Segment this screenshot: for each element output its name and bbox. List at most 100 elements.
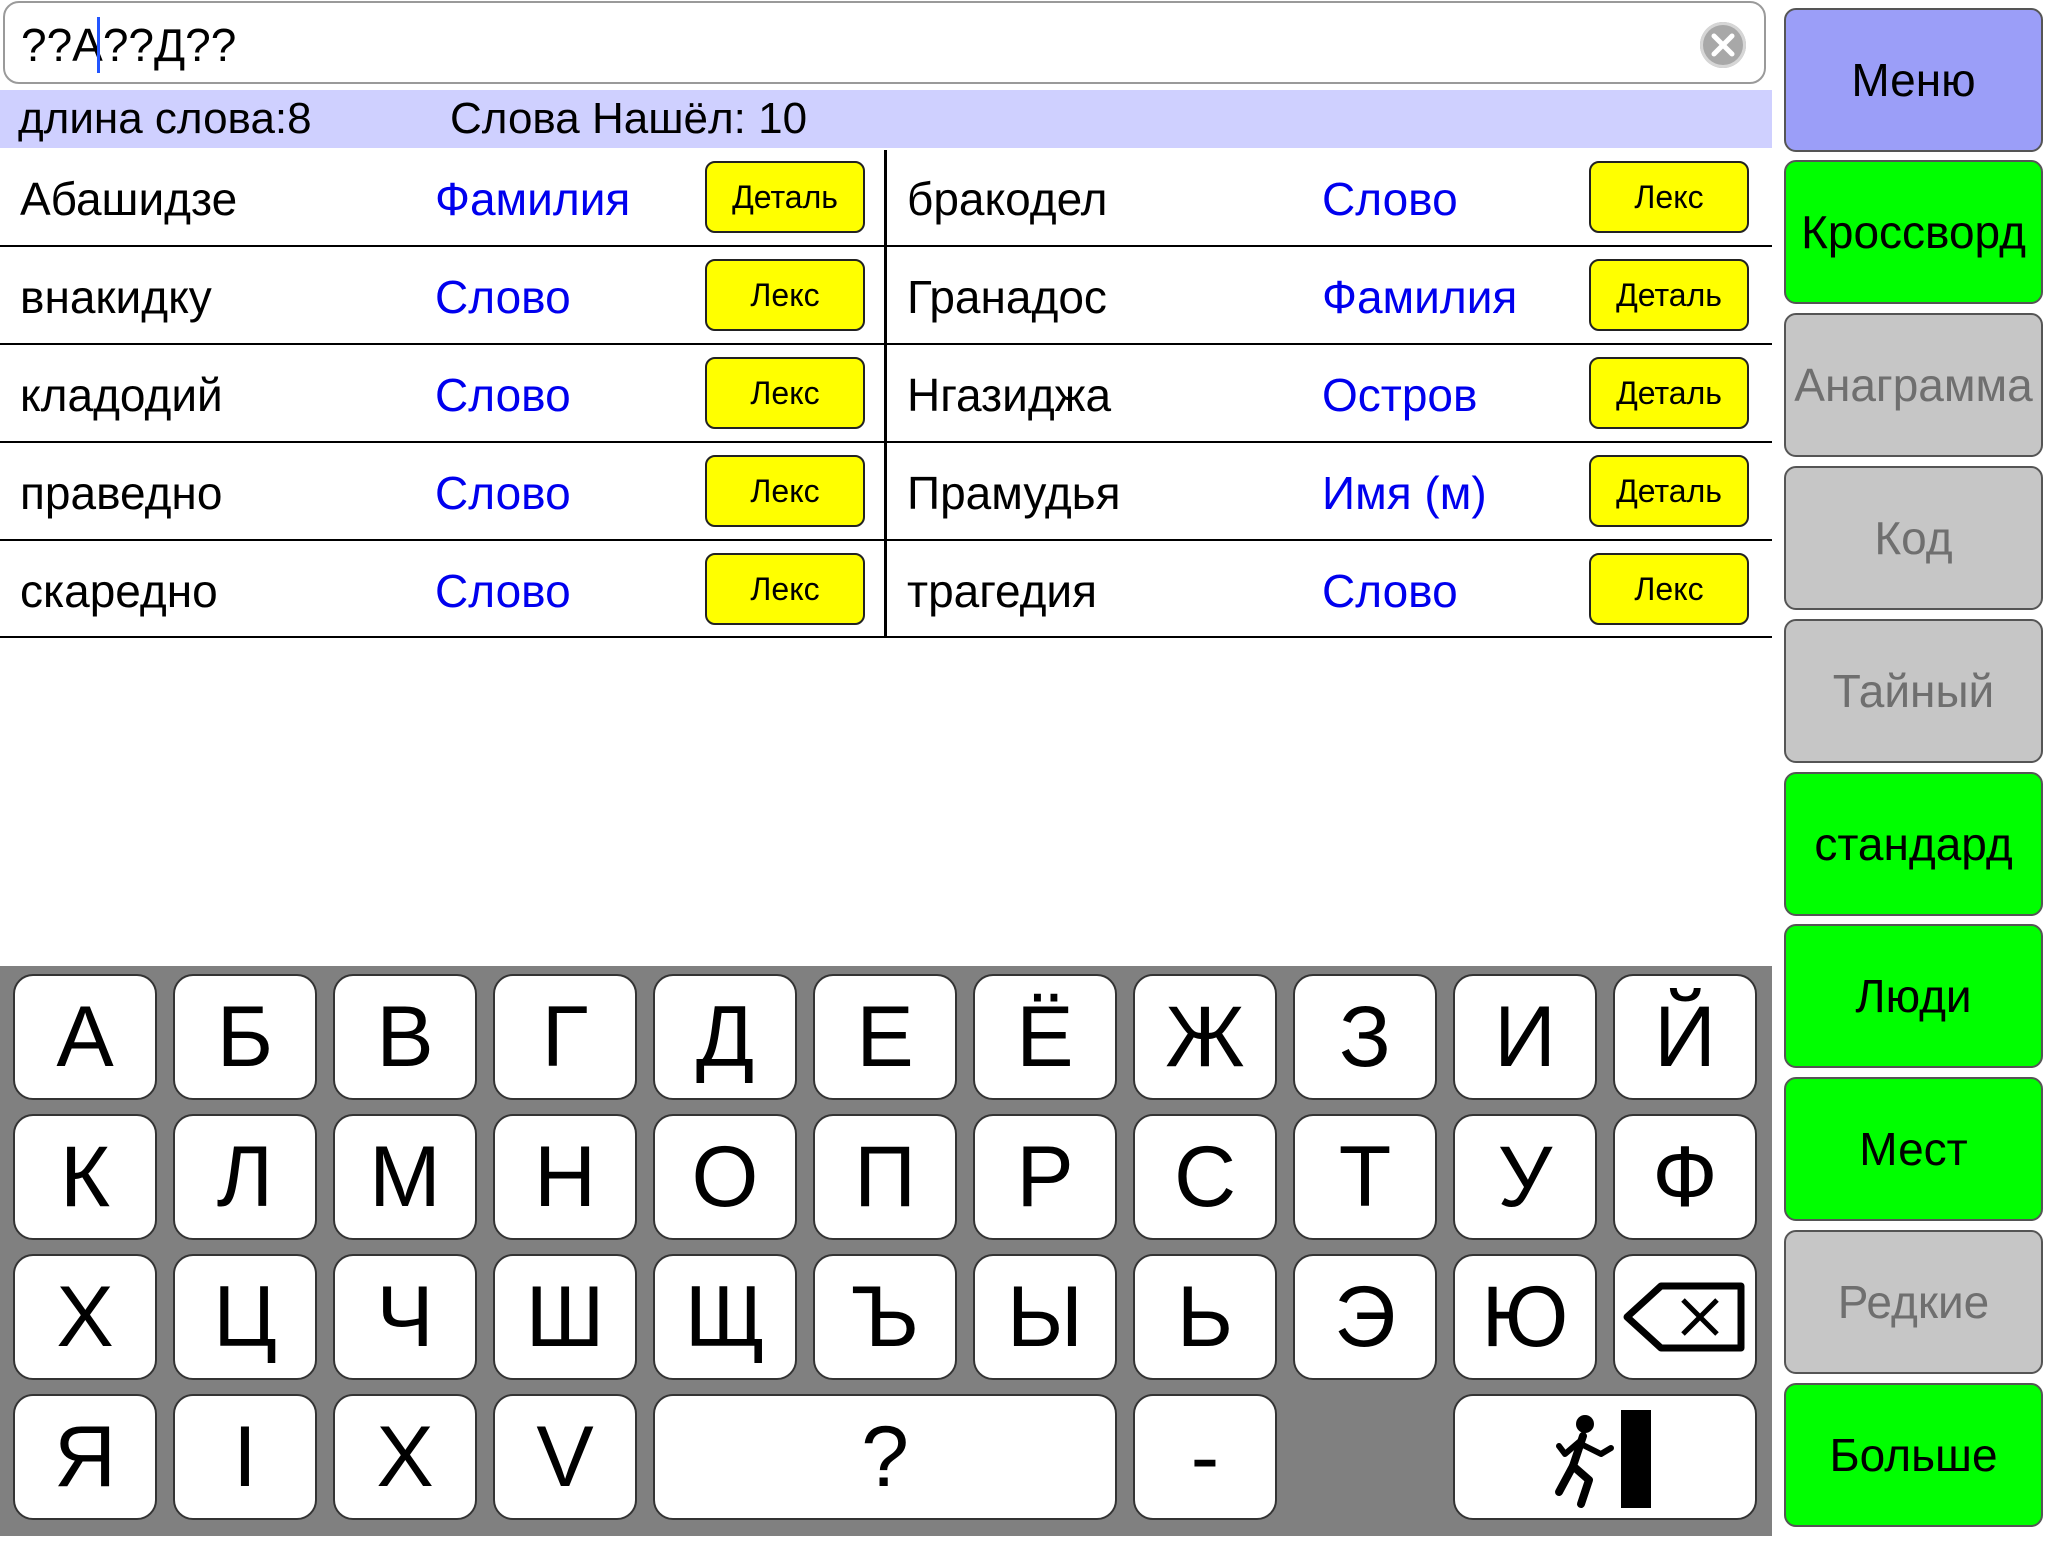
result-row: скаредно Слово Лекс: [0, 542, 884, 640]
key-letter[interactable]: Й: [1613, 974, 1757, 1100]
key-letter[interactable]: Д: [653, 974, 797, 1100]
key-letter[interactable]: Ц: [173, 1254, 317, 1380]
words-found-label: Слова Нашёл: 10: [450, 94, 808, 143]
row-divider: [0, 441, 1772, 443]
result-word[interactable]: трагедия: [907, 564, 1097, 618]
key-letter[interactable]: X: [333, 1394, 477, 1520]
result-word[interactable]: внакидку: [20, 270, 212, 324]
result-word[interactable]: Нгазиджа: [907, 368, 1111, 422]
key-letter[interactable]: Ь: [1133, 1254, 1277, 1380]
result-row: трагедия Слово Лекс: [887, 542, 1772, 640]
key-letter[interactable]: П: [813, 1114, 957, 1240]
key-letter[interactable]: И: [1453, 974, 1597, 1100]
result-type: Имя (м): [1322, 467, 1487, 519]
details-button[interactable]: Деталь: [1589, 357, 1749, 429]
lex-button[interactable]: Лекс: [1589, 161, 1749, 233]
key-letter[interactable]: К: [13, 1114, 157, 1240]
people-button[interactable]: Люди: [1784, 924, 2043, 1068]
key-letter[interactable]: Ы: [973, 1254, 1117, 1380]
key-letter[interactable]: Ч: [333, 1254, 477, 1380]
exit-button[interactable]: [1453, 1394, 1757, 1520]
more-button[interactable]: Больше: [1784, 1383, 2043, 1527]
result-word[interactable]: Прамудья: [907, 466, 1121, 520]
row-divider: [0, 245, 1772, 247]
exit-icon: [1555, 1410, 1651, 1508]
places-button[interactable]: Мест: [1784, 1077, 2043, 1221]
result-type: Слово: [435, 271, 571, 323]
anagram-button[interactable]: Анаграмма: [1784, 313, 2043, 457]
word-length-label: длина слова:8: [18, 94, 312, 143]
crossword-button[interactable]: Кроссворд: [1784, 160, 2043, 304]
key-letter[interactable]: V: [493, 1394, 637, 1520]
result-word[interactable]: Гранадос: [907, 270, 1107, 324]
key-letter[interactable]: Ю: [1453, 1254, 1597, 1380]
result-row: Гранадос Фамилия Деталь: [887, 248, 1772, 346]
results-grid: Абашидзе Фамилия Деталь внакидку Слово Л…: [0, 150, 1772, 638]
secret-button[interactable]: Тайный: [1784, 619, 2043, 763]
letter-keyboard: А Б В Г Д Е Ё Ж З И Й К Л М Н О П Р С Т …: [0, 966, 1772, 1536]
lex-button[interactable]: Лекс: [705, 455, 865, 527]
wildcard-key[interactable]: ?: [653, 1394, 1117, 1520]
key-letter[interactable]: Л: [173, 1114, 317, 1240]
hyphen-key[interactable]: -: [1133, 1394, 1277, 1520]
key-letter[interactable]: Н: [493, 1114, 637, 1240]
key-letter[interactable]: Е: [813, 974, 957, 1100]
rare-button[interactable]: Редкие: [1784, 1230, 2043, 1374]
key-letter[interactable]: Г: [493, 974, 637, 1100]
row-divider: [0, 636, 1772, 638]
result-word[interactable]: бракодел: [907, 172, 1107, 226]
key-letter[interactable]: Т: [1293, 1114, 1437, 1240]
clear-icon[interactable]: [1700, 22, 1746, 68]
search-input[interactable]: ??А??Д??: [3, 1, 1766, 84]
result-type: Слово: [435, 369, 571, 421]
text-cursor: [97, 17, 100, 73]
row-divider: [0, 343, 1772, 345]
result-type: Фамилия: [435, 173, 631, 225]
row-divider: [0, 539, 1772, 541]
result-type: Слово: [435, 467, 571, 519]
result-word[interactable]: Абашидзе: [20, 172, 237, 226]
backspace-icon: [1623, 1282, 1745, 1352]
result-row: Прамудья Имя (м) Деталь: [887, 444, 1772, 542]
lex-button[interactable]: Лекс: [705, 357, 865, 429]
code-button[interactable]: Код: [1784, 466, 2043, 610]
standard-button[interactable]: стандард: [1784, 772, 2043, 916]
result-word[interactable]: праведно: [20, 466, 222, 520]
details-button[interactable]: Деталь: [1589, 259, 1749, 331]
key-letter[interactable]: Х: [13, 1254, 157, 1380]
key-letter[interactable]: Р: [973, 1114, 1117, 1240]
search-query-text: ??А??Д??: [21, 19, 237, 71]
key-letter[interactable]: В: [333, 974, 477, 1100]
menu-button[interactable]: Меню: [1784, 8, 2043, 152]
lex-button[interactable]: Лекс: [705, 553, 865, 625]
key-letter[interactable]: У: [1453, 1114, 1597, 1240]
backspace-key[interactable]: [1613, 1254, 1757, 1380]
lex-button[interactable]: Лекс: [705, 259, 865, 331]
key-letter[interactable]: Ш: [493, 1254, 637, 1380]
key-letter[interactable]: З: [1293, 974, 1437, 1100]
lex-button[interactable]: Лекс: [1589, 553, 1749, 625]
result-type: Остров: [1322, 369, 1478, 421]
result-type: Слово: [1322, 173, 1458, 225]
result-type: Слово: [1322, 565, 1458, 617]
key-letter[interactable]: I: [173, 1394, 317, 1520]
key-letter[interactable]: М: [333, 1114, 477, 1240]
key-letter[interactable]: Ё: [973, 974, 1117, 1100]
info-bar: длина слова:8 Слова Нашёл: 10: [0, 90, 1772, 148]
key-letter[interactable]: Щ: [653, 1254, 797, 1380]
result-type: Слово: [435, 565, 571, 617]
result-row: Нгазиджа Остров Деталь: [887, 346, 1772, 444]
key-letter[interactable]: Ф: [1613, 1114, 1757, 1240]
key-letter[interactable]: О: [653, 1114, 797, 1240]
key-letter[interactable]: Ж: [1133, 974, 1277, 1100]
key-letter[interactable]: Я: [13, 1394, 157, 1520]
details-button[interactable]: Деталь: [1589, 455, 1749, 527]
key-letter[interactable]: Б: [173, 974, 317, 1100]
key-letter[interactable]: С: [1133, 1114, 1277, 1240]
key-letter[interactable]: Э: [1293, 1254, 1437, 1380]
key-letter[interactable]: Ъ: [813, 1254, 957, 1380]
key-letter[interactable]: А: [13, 974, 157, 1100]
result-word[interactable]: скаредно: [20, 564, 218, 618]
result-word[interactable]: кладодий: [20, 368, 223, 422]
details-button[interactable]: Деталь: [705, 161, 865, 233]
